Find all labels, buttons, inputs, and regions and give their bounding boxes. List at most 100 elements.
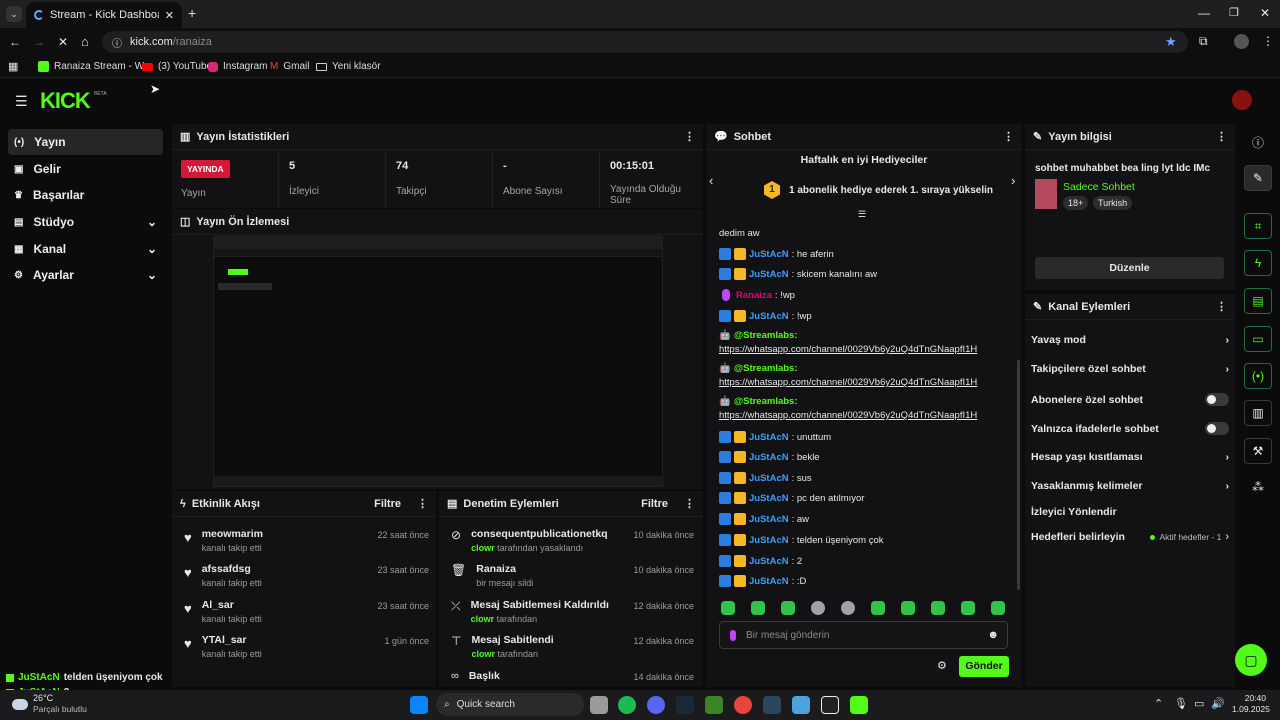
- edit-button[interactable]: Düzenle: [1035, 257, 1224, 279]
- chat-link[interactable]: https://whatsapp.com/channel/0029Vb6y2uQ…: [719, 344, 977, 355]
- hamburger-menu-icon[interactable]: ☰: [15, 93, 28, 110]
- profile-avatar[interactable]: [1234, 34, 1249, 49]
- edit-rail-button[interactable]: ✎: [1244, 165, 1272, 191]
- chat-settings-icon[interactable]: ⚙: [937, 659, 947, 672]
- emote-icon[interactable]: [721, 601, 735, 615]
- layout-rail-button[interactable]: ▥: [1244, 400, 1272, 426]
- emote-icon[interactable]: [931, 601, 945, 615]
- emoji-picker-icon[interactable]: ☻: [987, 629, 999, 641]
- sidebar-item-basarilar[interactable]: ♛ Başarılar: [8, 182, 163, 208]
- kick-app-icon[interactable]: [850, 696, 868, 714]
- chrome-icon[interactable]: [734, 696, 752, 714]
- send-button[interactable]: Gönder: [959, 656, 1009, 677]
- panel-menu-icon[interactable]: ⋮: [1216, 300, 1227, 313]
- chat-scrollbar[interactable]: [1017, 360, 1020, 590]
- chat-rail-button[interactable]: ▭: [1244, 326, 1272, 352]
- sidebar-item-gelir[interactable]: ▣ Gelir: [8, 156, 163, 182]
- app-icon[interactable]: [792, 696, 810, 714]
- bookmark-gmail[interactable]: M Gmail: [270, 61, 309, 72]
- info-icon[interactable]: ⓘ: [1252, 134, 1264, 151]
- spotify-icon[interactable]: [618, 696, 636, 714]
- apps-grid-icon[interactable]: ▦: [8, 60, 18, 73]
- sidebar-item-kanal[interactable]: ▦ Kanal ⌄: [8, 236, 163, 262]
- action-slow-mode[interactable]: Yavaş mod ›: [1031, 334, 1229, 346]
- kick-logo[interactable]: KICK: [40, 88, 91, 114]
- sidebar-item-ayarlar[interactable]: ⚙ Ayarlar ⌄: [8, 262, 163, 288]
- steam-icon[interactable]: [676, 696, 694, 714]
- pinned-toggle-icon[interactable]: ☰: [858, 209, 866, 220]
- emote-icon[interactable]: [781, 601, 795, 615]
- chat-link[interactable]: https://whatsapp.com/channel/0029Vb6y2uQ…: [719, 410, 977, 421]
- bookmark-ranaiza[interactable]: Ranaiza Stream - W...: [38, 61, 152, 72]
- category-name[interactable]: Sadece Sohbet: [1063, 181, 1135, 193]
- action-host[interactable]: İzleyici Yönlendir: [1031, 506, 1229, 518]
- panel-menu-icon[interactable]: ⋮: [1003, 130, 1014, 143]
- site-info-icon[interactable]: ⓘ: [112, 35, 122, 50]
- extensions-icon[interactable]: ⧉: [1199, 34, 1208, 49]
- browser-tab[interactable]: Stream - Kick Dashboard ✕: [26, 2, 182, 28]
- weather-widget[interactable]: 26°C Parçalı bulutlu: [12, 693, 87, 715]
- carousel-next-icon[interactable]: ›: [1011, 173, 1015, 188]
- close-tab-icon[interactable]: ✕: [165, 9, 174, 22]
- user-avatar[interactable]: [1232, 90, 1252, 110]
- action-banned-words[interactable]: Yasaklanmış kelimeler ›: [1031, 480, 1229, 492]
- chat-input[interactable]: Bir mesaj gönderin ☻: [719, 621, 1008, 649]
- panel-menu-icon[interactable]: ⋮: [1216, 130, 1227, 143]
- restore-button[interactable]: ❐: [1229, 6, 1239, 19]
- address-bar[interactable]: ⓘ kick.com/ranaiza: [102, 31, 1188, 53]
- emote-icon[interactable]: [751, 601, 765, 615]
- support-chat-button[interactable]: ▢: [1235, 644, 1267, 676]
- discord-icon[interactable]: [647, 696, 665, 714]
- microphone-tray-icon[interactable]: 🎙: [1174, 697, 1188, 710]
- notes-rail-button[interactable]: ▤: [1244, 288, 1272, 314]
- task-view-icon[interactable]: [590, 696, 608, 714]
- emote-icon[interactable]: [901, 601, 915, 615]
- home-icon[interactable]: ⌂: [81, 34, 89, 49]
- clip-rail-button[interactable]: ⌗: [1244, 213, 1272, 239]
- close-window-button[interactable]: ✕: [1260, 6, 1270, 20]
- bookmark-youtube[interactable]: (3) YouTube: [142, 61, 212, 72]
- capcut-icon[interactable]: [821, 696, 839, 714]
- tray-chevron-icon[interactable]: ⌃: [1154, 697, 1163, 710]
- emote-icon[interactable]: [991, 601, 1005, 615]
- tools-rail-button[interactable]: ⚒: [1244, 438, 1272, 464]
- sidebar-item-yayin[interactable]: (•) Yayın: [8, 129, 163, 155]
- action-goals[interactable]: Hedefleri belirleyin Aktif hedefler - 1 ›: [1031, 531, 1229, 543]
- taskbar-clock[interactable]: 20:40 1.09.2025: [1232, 693, 1270, 715]
- stop-icon[interactable]: ✕: [58, 35, 68, 49]
- panel-menu-icon[interactable]: ⋮: [417, 497, 428, 510]
- emote-icon[interactable]: [811, 601, 825, 615]
- chat-link[interactable]: https://whatsapp.com/channel/0029Vb6y2uQ…: [719, 377, 977, 388]
- bookmark-instagram[interactable]: Instagram: [208, 61, 267, 72]
- steam-alt-icon[interactable]: [763, 696, 781, 714]
- emotes-only-toggle[interactable]: [1205, 422, 1229, 435]
- minecraft-icon[interactable]: [705, 696, 723, 714]
- minimize-button[interactable]: —: [1198, 6, 1210, 20]
- windows-start-icon[interactable]: [410, 696, 428, 714]
- moderation-filter-button[interactable]: Filtre: [641, 498, 668, 510]
- widgets-icon[interactable]: ⁂: [1252, 480, 1264, 494]
- preview-video[interactable]: [213, 236, 664, 487]
- browser-menu-icon[interactable]: ⋮: [1262, 34, 1274, 48]
- bookmark-folder[interactable]: Yeni klasör: [316, 61, 381, 72]
- category-thumbnail[interactable]: [1035, 179, 1057, 209]
- subscribers-only-toggle[interactable]: [1205, 393, 1229, 406]
- new-tab-button[interactable]: +: [188, 5, 196, 21]
- volume-tray-icon[interactable]: 🔊: [1211, 697, 1225, 710]
- activity-filter-button[interactable]: Filtre: [374, 498, 401, 510]
- carousel-prev-icon[interactable]: ‹: [709, 173, 713, 188]
- sidebar-item-studyo[interactable]: ▤ Stüdyo ⌄: [8, 209, 163, 235]
- action-followers-only[interactable]: Takipçilere özel sohbet ›: [1031, 363, 1229, 375]
- bookmark-star-icon[interactable]: ★: [1165, 34, 1177, 50]
- panel-menu-icon[interactable]: ⋮: [684, 497, 695, 510]
- forward-icon[interactable]: →: [33, 35, 45, 49]
- back-icon[interactable]: ←: [9, 35, 21, 49]
- emote-icon[interactable]: [961, 601, 975, 615]
- display-tray-icon[interactable]: ▭: [1194, 697, 1204, 710]
- panel-menu-icon[interactable]: ⋮: [684, 130, 695, 143]
- tab-list-button[interactable]: ⌄: [6, 6, 22, 22]
- broadcast-rail-button[interactable]: (•): [1244, 363, 1272, 389]
- emote-icon[interactable]: [841, 601, 855, 615]
- bolt-rail-button[interactable]: ϟ: [1244, 250, 1272, 276]
- emote-icon[interactable]: [871, 601, 885, 615]
